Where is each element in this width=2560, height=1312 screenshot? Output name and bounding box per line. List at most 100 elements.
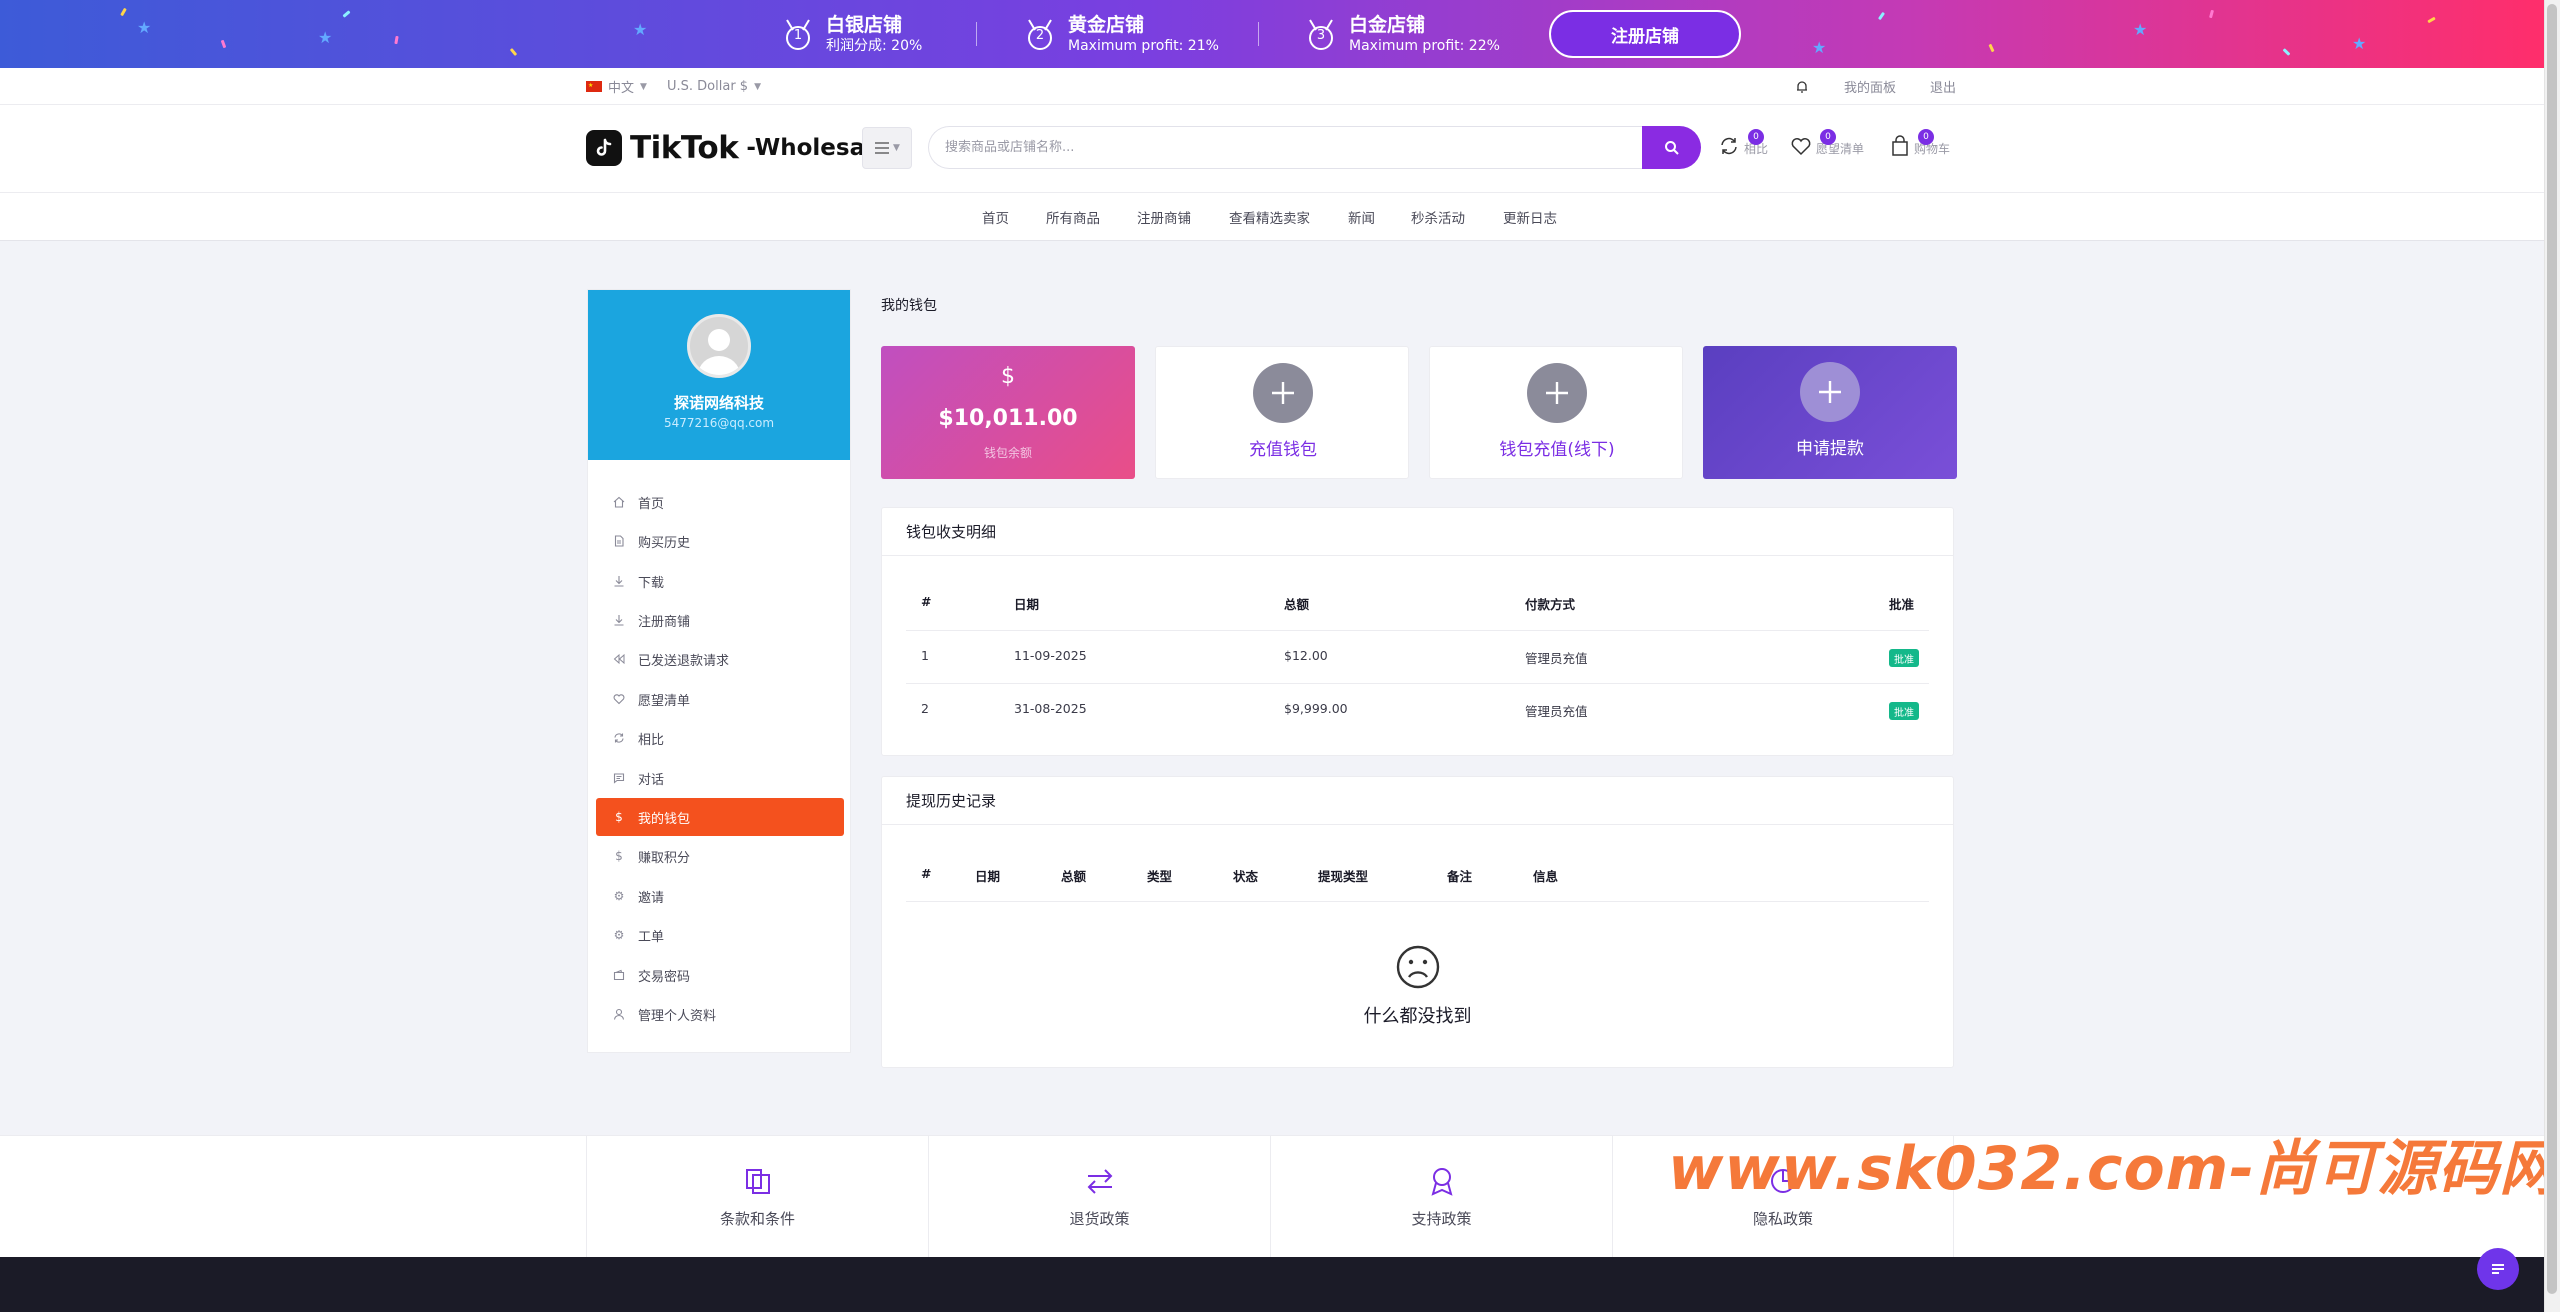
sidebar-item-compare[interactable]: 相比 — [596, 719, 844, 757]
tier-name: 黄金店铺 — [1068, 14, 1145, 36]
star-decoration: ★ — [2133, 20, 2148, 39]
sidebar-item-purchase-history[interactable]: 购买历史 — [596, 522, 844, 560]
table-header: 日期 — [975, 869, 1001, 884]
wallet-balance-label: 钱包余额 — [983, 446, 1032, 460]
terms-label: 条款和条件 — [719, 1209, 795, 1228]
sidebar-item-refund-requests[interactable]: 已发送退款请求 — [596, 640, 844, 678]
nav-all-products[interactable]: 所有商品 — [1046, 193, 1100, 241]
exchange-icon — [1087, 1168, 1112, 1194]
site-logo[interactable]: TikTok -Wholesale — [586, 130, 889, 166]
dashboard-link[interactable]: 我的面板 — [1844, 68, 1896, 105]
search-icon — [1664, 140, 1679, 155]
sidebar-item-label: 工单 — [638, 929, 665, 945]
backward-icon — [612, 652, 626, 666]
search-button[interactable] — [1642, 126, 1701, 169]
sidebar-item-label: 对话 — [638, 772, 665, 788]
notification-button[interactable] — [1795, 68, 1809, 105]
wishlist-count: 0 — [1820, 129, 1836, 145]
promo-banner: ★ ★ ★ ★ ★ ★ 1 白银店铺 利润分成: 20% 2 黄金店铺 Maxi… — [0, 0, 2544, 68]
offline-recharge-card[interactable]: 钱包充值(线下) — [1429, 346, 1683, 479]
plus-icon — [1253, 363, 1313, 423]
search-input[interactable] — [928, 126, 1644, 169]
sidebar-item-downloads[interactable]: 下载 — [596, 562, 844, 600]
sidebar-item-conversations[interactable]: 对话 — [596, 759, 844, 797]
register-shop-button[interactable]: 注册店铺 — [1549, 10, 1741, 58]
sidebar-item-wishlist[interactable]: 愿望清单 — [596, 680, 844, 718]
language-selector[interactable]: ★ 中文 ▼ — [586, 68, 647, 105]
sidebar-item-my-wallet[interactable]: $ 我的钱包 — [596, 798, 844, 836]
gear-icon: ⚙ — [613, 928, 625, 942]
tier-desc: Maximum profit: 21% — [1068, 38, 1219, 54]
nav-register-shop[interactable]: 注册商铺 — [1137, 193, 1191, 241]
tier-gold: 2 黄金店铺 Maximum profit: 21% — [1022, 8, 1219, 60]
scrollbar-thumb[interactable] — [2547, 4, 2557, 1294]
sidebar-item-register-shop[interactable]: 注册商铺 — [596, 601, 844, 639]
compare-count: 0 — [1748, 129, 1764, 145]
profile-card: 探诺网络科技 5477216@qq.com — [588, 290, 850, 460]
row-number: 1 — [921, 648, 929, 663]
sidebar-item-transaction-password[interactable]: 交易密码 — [596, 956, 844, 994]
download-icon — [612, 613, 626, 627]
terms-link[interactable]: 条款和条件 — [586, 1136, 928, 1258]
table-header: 付款方式 — [1525, 597, 1576, 612]
table-header: 类型 — [1147, 869, 1173, 884]
support-policy-link[interactable]: 支持政策 — [1270, 1136, 1612, 1258]
star-decoration: ★ — [2352, 34, 2367, 53]
table-header: 批准 — [1889, 597, 1915, 612]
row-number: 2 — [921, 701, 929, 716]
return-policy-link[interactable]: 退货政策 — [928, 1136, 1270, 1258]
dollar-icon: $ — [1001, 364, 1015, 389]
chevron-down-icon: ▼ — [754, 81, 761, 92]
nav-featured-sellers[interactable]: 查看精选卖家 — [1229, 193, 1310, 241]
currency-selector[interactable]: U.S. Dollar $ ▼ — [667, 68, 761, 105]
sidebar-item-label: 我的钱包 — [638, 811, 691, 827]
sidebar-item-home[interactable]: 首页 — [596, 483, 844, 521]
chat-support-button[interactable] — [2477, 1248, 2519, 1290]
nav-news[interactable]: 新闻 — [1348, 193, 1375, 241]
row-amount: $12.00 — [1284, 648, 1328, 663]
plus-icon — [1527, 363, 1587, 423]
footer-dark-bar — [0, 1257, 2544, 1312]
withdraw-request-card[interactable]: 申请提款 — [1703, 346, 1957, 479]
sidebar-item-invite[interactable]: ⚙ 邀请 — [596, 877, 844, 915]
profile-email: 5477216@qq.com — [663, 416, 775, 430]
menu-icon — [875, 142, 890, 154]
sidebar-item-label: 赚取积分 — [638, 850, 691, 866]
cart-button[interactable]: 0 购物车 — [1890, 129, 1950, 157]
divider — [976, 22, 977, 46]
sidebar-item-manage-profile[interactable]: 管理个人资料 — [596, 995, 844, 1033]
sidebar-item-label: 首页 — [638, 496, 665, 512]
compare-button[interactable]: 0 相比 — [1718, 129, 1768, 157]
chevron-down-icon: ▼ — [640, 81, 647, 92]
sad-face-icon — [1396, 945, 1440, 989]
recharge-wallet-label: 充值钱包 — [1249, 440, 1317, 460]
tier-platinum: 3 白金店铺 Maximum profit: 22% — [1303, 8, 1500, 60]
sidebar-item-earn-points[interactable]: $ 赚取积分 — [596, 837, 844, 875]
chevron-down-icon: ▼ — [893, 143, 900, 153]
bell-icon — [1797, 80, 1807, 93]
wishlist-button[interactable]: 0 愿望清单 — [1790, 129, 1864, 157]
row-method: 管理员充值 — [1525, 704, 1588, 719]
cart-count: 0 — [1918, 129, 1934, 145]
tier-number: 1 — [793, 28, 803, 43]
chat-lines-icon — [2492, 1264, 2504, 1274]
dollar-icon: $ — [615, 849, 623, 863]
recharge-wallet-card[interactable]: 充值钱包 — [1155, 346, 1409, 479]
category-menu-button[interactable]: ▼ — [862, 127, 912, 169]
china-flag-icon: ★ — [586, 81, 602, 92]
page-title: 我的钱包 — [881, 298, 937, 314]
sidebar-item-label: 注册商铺 — [638, 614, 691, 630]
nav-flash-sale[interactable]: 秒杀活动 — [1411, 193, 1465, 241]
row-date: 11-09-2025 — [1014, 648, 1087, 663]
logout-link[interactable]: 退出 — [1930, 68, 1956, 105]
nav-changelog[interactable]: 更新日志 — [1503, 193, 1557, 241]
brand-name: TikTok — [630, 130, 739, 166]
withdraw-request-label: 申请提款 — [1796, 439, 1864, 459]
star-decoration: ★ — [633, 20, 648, 39]
table-header: 备注 — [1447, 869, 1473, 884]
header: TikTok -Wholesale ▼ 0 相比 0 愿望清单 0 购物车 — [0, 105, 2544, 193]
sidebar-item-tickets[interactable]: ⚙ 工单 — [596, 916, 844, 954]
nav-home[interactable]: 首页 — [982, 193, 1009, 241]
award-icon — [1430, 1167, 1453, 1196]
heart-icon — [612, 692, 626, 706]
